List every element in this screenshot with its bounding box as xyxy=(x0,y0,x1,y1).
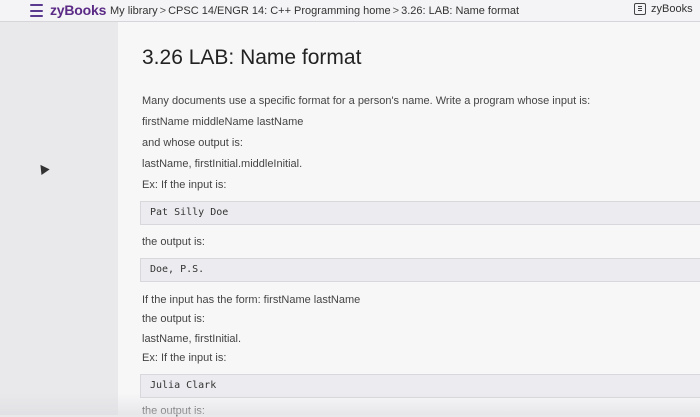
output-format-line: lastName, firstInitial.middleInitial. xyxy=(142,158,303,170)
description-line: and whose output is: xyxy=(142,137,243,149)
code-text: Julia Clark xyxy=(150,380,217,391)
mouse-cursor-icon xyxy=(36,161,50,176)
top-bar: zyBooks My library > CPSC 14/ENGR 14: C++ … xyxy=(0,0,700,22)
example-output-intro: the output is: xyxy=(142,236,205,248)
book-icon xyxy=(634,3,646,15)
description-line: Many documents use a specific format for… xyxy=(142,95,591,107)
alt-format-line: If the input has the form: firstName las… xyxy=(142,294,361,306)
input-format-line: firstName middleName lastName xyxy=(142,116,304,128)
bottom-fade xyxy=(0,393,700,415)
zybooks-logo[interactable]: zyBooks xyxy=(50,2,106,18)
breadcrumb-separator: > xyxy=(392,5,400,17)
code-text: Pat Silly Doe xyxy=(150,207,229,218)
code-example-input: Pat Silly Doe xyxy=(140,201,700,225)
example-intro-line: Ex: If the input is: xyxy=(142,352,227,364)
zybooks-catalog-link[interactable]: zyBooks xyxy=(634,3,693,15)
example-intro-line: Ex: If the input is: xyxy=(142,179,227,191)
breadcrumb-course-home[interactable]: CPSC 14/ENGR 14: C++ Programming home xyxy=(168,5,391,17)
code-example-output: Doe, P.S. xyxy=(140,258,700,282)
description-line: the output is: xyxy=(142,313,205,325)
code-text: Doe, P.S. xyxy=(150,264,205,275)
breadcrumb-my-library[interactable]: My library xyxy=(110,5,158,17)
menu-icon[interactable] xyxy=(30,4,43,17)
breadcrumb-current-section: 3.26: LAB: Name format xyxy=(401,5,520,17)
breadcrumb-separator: > xyxy=(159,5,167,17)
alt-output-format-line: lastName, firstInitial. xyxy=(142,333,242,345)
page-title: 3.26 LAB: Name format xyxy=(142,46,362,69)
breadcrumb: My library > CPSC 14/ENGR 14: C++ Programm… xyxy=(110,5,519,17)
zybooks-right-label: zyBooks xyxy=(651,3,693,15)
